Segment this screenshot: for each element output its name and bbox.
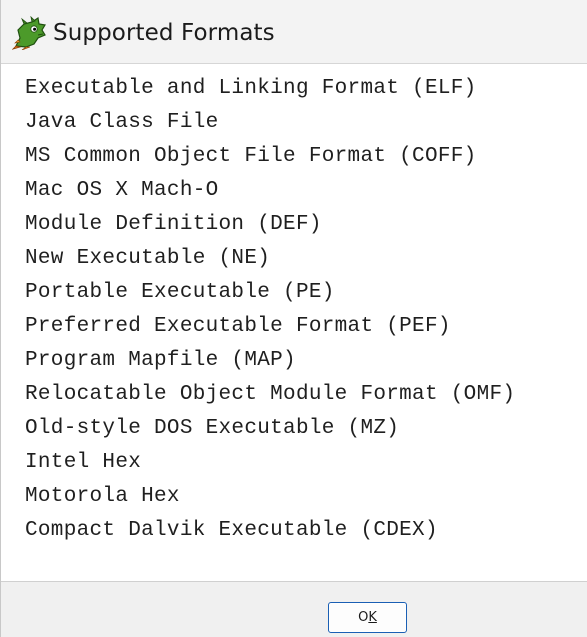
list-item[interactable]: Dump File Loader (25, 64, 515, 72)
list-item[interactable]: Portable Executable (PE) (25, 276, 515, 310)
window-title: Supported Formats (53, 20, 275, 46)
title-bar[interactable]: Supported Formats (1, 0, 587, 64)
list-item[interactable]: Java Class File (25, 106, 515, 140)
list-item[interactable]: MS Common Object File Format (COFF) (25, 140, 515, 174)
list-item[interactable]: New Executable (NE) (25, 242, 515, 276)
dialog-footer: OK (1, 582, 587, 637)
ok-button[interactable]: OK (328, 602, 407, 633)
list-item[interactable]: Module Definition (DEF) (25, 208, 515, 242)
list-item[interactable]: Mac OS X Mach-O (25, 174, 515, 208)
list-item[interactable]: Motorola Hex (25, 480, 515, 514)
ok-button-label-mnemonic: K (368, 610, 377, 625)
formats-list[interactable]: Dump File LoaderExecutable and Linking F… (25, 64, 515, 548)
supported-formats-dialog: Supported Formats Dump File LoaderExecut… (0, 0, 587, 637)
formats-list-panel[interactable]: Dump File LoaderExecutable and Linking F… (1, 64, 587, 581)
list-item[interactable]: Program Mapfile (MAP) (25, 344, 515, 378)
list-item[interactable]: Relocatable Object Module Format (OMF) (25, 378, 515, 412)
list-item[interactable]: Old-style DOS Executable (MZ) (25, 412, 515, 446)
list-item[interactable]: Executable and Linking Format (ELF) (25, 72, 515, 106)
ok-button-label-prefix: O (358, 610, 369, 625)
list-item[interactable]: Intel Hex (25, 446, 515, 480)
list-item[interactable]: Preferred Executable Format (PEF) (25, 310, 515, 344)
list-item[interactable]: Compact Dalvik Executable (CDEX) (25, 514, 515, 548)
dragon-app-icon (11, 15, 48, 51)
